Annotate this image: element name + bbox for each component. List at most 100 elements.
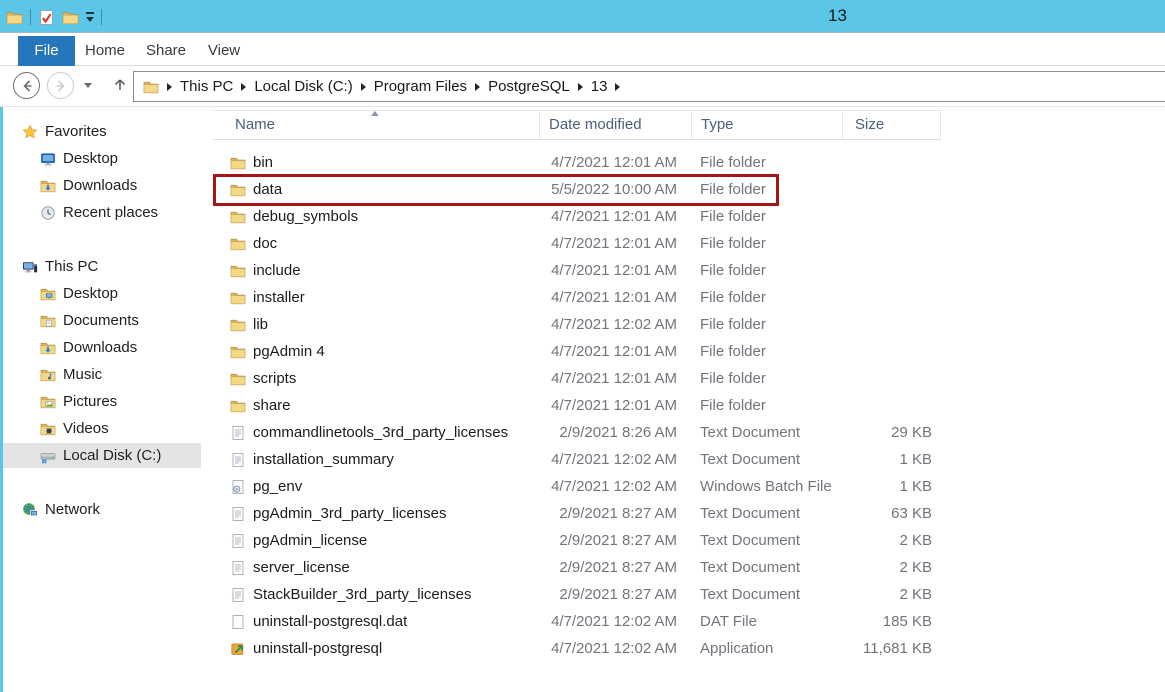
qat-properties-icon[interactable] bbox=[38, 9, 55, 26]
tab-home[interactable]: Home bbox=[79, 36, 131, 66]
file-size: 2 KB bbox=[843, 532, 932, 549]
sidebar-item-label: Pictures bbox=[63, 393, 117, 410]
file-type: File folder bbox=[700, 289, 766, 306]
folder-icon bbox=[230, 263, 246, 279]
file-name: lib bbox=[253, 316, 268, 333]
file-name: doc bbox=[253, 235, 277, 252]
file-row[interactable]: share4/7/2021 12:01 AMFile folder bbox=[205, 393, 1163, 420]
ribbon-tab-bar: File Home Share View bbox=[0, 33, 1165, 66]
file-row[interactable]: installer4/7/2021 12:01 AMFile folder bbox=[205, 285, 1163, 312]
tab-view[interactable]: View bbox=[198, 36, 250, 66]
recent-locations-caret-icon[interactable] bbox=[84, 83, 92, 88]
breadcrumb-item[interactable]: Local Disk (C:) bbox=[254, 78, 352, 95]
file-name: server_license bbox=[253, 559, 350, 576]
file-name: pgAdmin_license bbox=[253, 532, 367, 549]
folder-down-icon bbox=[40, 340, 56, 356]
file-row[interactable]: uninstall-postgresql.dat4/7/2021 12:02 A… bbox=[205, 609, 1163, 636]
quick-access-toolbar bbox=[6, 7, 102, 27]
app-icon bbox=[230, 641, 246, 657]
file-type: File folder bbox=[700, 316, 766, 333]
sidebar-item-label: Downloads bbox=[63, 177, 137, 194]
file-name: StackBuilder_3rd_party_licenses bbox=[253, 586, 471, 603]
sidebar-item-music[interactable]: Music bbox=[3, 362, 201, 387]
breadcrumb-separator-icon[interactable] bbox=[241, 83, 246, 91]
file-row[interactable]: pg_env4/7/2021 12:02 AMWindows Batch Fil… bbox=[205, 474, 1163, 501]
file-size: 2 KB bbox=[843, 559, 932, 576]
breadcrumb-separator-icon[interactable] bbox=[475, 83, 480, 91]
sidebar-item-local-disk-c-[interactable]: Local Disk (C:) bbox=[3, 443, 201, 468]
file-row[interactable]: pgAdmin 44/7/2021 12:01 AMFile folder bbox=[205, 339, 1163, 366]
file-type: DAT File bbox=[700, 613, 757, 630]
network-icon bbox=[22, 502, 38, 518]
file-date-modified: 2/9/2021 8:27 AM bbox=[455, 559, 677, 576]
file-type: Text Document bbox=[700, 505, 800, 522]
qat-dropdown-icon[interactable] bbox=[86, 12, 94, 22]
file-date-modified: 4/7/2021 12:02 AM bbox=[455, 613, 677, 630]
file-type: File folder bbox=[700, 343, 766, 360]
column-header-type[interactable]: Type bbox=[692, 111, 843, 139]
breadcrumb-item[interactable]: PostgreSQL bbox=[488, 78, 570, 95]
file-row[interactable]: debug_symbols4/7/2021 12:01 AMFile folde… bbox=[205, 204, 1163, 231]
folder-icon bbox=[230, 209, 246, 225]
up-button[interactable] bbox=[108, 73, 132, 97]
sidebar-group-favorites[interactable]: Favorites bbox=[3, 119, 201, 144]
batch-icon bbox=[230, 479, 246, 495]
sidebar-item-label: Local Disk (C:) bbox=[63, 447, 161, 464]
file-row[interactable]: bin4/7/2021 12:01 AMFile folder bbox=[205, 150, 1163, 177]
qat-new-folder-icon[interactable] bbox=[62, 9, 79, 26]
file-row[interactable]: pgAdmin_license 2/9/2021 8:27 AM Text Docu… bbox=[205, 528, 1163, 555]
file-row[interactable]: include4/7/2021 12:01 AMFile folder bbox=[205, 258, 1163, 285]
file-row[interactable]: server_license2/9/2021 8:27 AMText Docum… bbox=[205, 555, 1163, 582]
file-type: Text Document bbox=[700, 424, 800, 441]
file-date-modified: 2/9/2021 8:27 AM bbox=[455, 532, 677, 549]
breadcrumb-separator-icon[interactable] bbox=[615, 83, 620, 91]
text-doc-icon bbox=[230, 452, 246, 468]
breadcrumb-item[interactable]: This PC bbox=[180, 78, 233, 95]
sidebar-item-desktop[interactable]: Desktop bbox=[3, 281, 201, 306]
file-name: debug_symbols bbox=[253, 208, 358, 225]
file-date-modified: 4/7/2021 12:01 AM bbox=[455, 235, 677, 252]
sidebar-item-downloads[interactable]: Downloads bbox=[3, 173, 201, 198]
tab-share[interactable]: Share bbox=[138, 36, 194, 66]
star-icon bbox=[22, 124, 38, 140]
qat-separator bbox=[30, 9, 31, 25]
sidebar-item-recent-places[interactable]: Recent places bbox=[3, 200, 201, 225]
folder-desktop-icon bbox=[40, 286, 56, 302]
file-name: installer bbox=[253, 289, 305, 306]
breadcrumb-separator-icon[interactable] bbox=[167, 83, 172, 91]
sidebar-group-network[interactable]: Network bbox=[3, 497, 201, 522]
file-row[interactable]: doc4/7/2021 12:01 AMFile folder bbox=[205, 231, 1163, 258]
sidebar-item-documents[interactable]: Documents bbox=[3, 308, 201, 333]
sidebar-item-label: Desktop bbox=[63, 285, 118, 302]
sidebar-item-videos[interactable]: Videos bbox=[3, 416, 201, 441]
file-type: Text Document bbox=[700, 532, 800, 549]
file-row[interactable]: lib4/7/2021 12:02 AMFile folder bbox=[205, 312, 1163, 339]
file-row[interactable]: installation_summary4/7/2021 12:02 AMTex… bbox=[205, 447, 1163, 474]
file-date-modified: 4/7/2021 12:02 AM bbox=[455, 640, 677, 657]
breadcrumb-item[interactable]: Program Files bbox=[374, 78, 467, 95]
file-row[interactable]: StackBuilder_3rd_party_licenses2/9/2021 … bbox=[205, 582, 1163, 609]
back-button[interactable] bbox=[13, 72, 40, 99]
sidebar-group-this-pc[interactable]: This PC bbox=[3, 254, 201, 279]
breadcrumb-separator-icon[interactable] bbox=[361, 83, 366, 91]
file-row[interactable]: scripts4/7/2021 12:01 AMFile folder bbox=[205, 366, 1163, 393]
file-row[interactable]: uninstall-postgresql4/7/2021 12:02 AMApp… bbox=[205, 636, 1163, 663]
column-header-size[interactable]: Size bbox=[843, 111, 941, 139]
file-date-modified: 2/9/2021 8:27 AM bbox=[455, 505, 677, 522]
breadcrumb-separator-icon[interactable] bbox=[578, 83, 583, 91]
file-row[interactable]: pgAdmin_3rd_party_licenses2/9/2021 8:27 … bbox=[205, 501, 1163, 528]
sidebar-item-downloads[interactable]: Downloads bbox=[3, 335, 201, 360]
column-header-date-modified[interactable]: Date modified bbox=[540, 111, 692, 139]
tab-file[interactable]: File bbox=[18, 36, 75, 66]
folder-down-icon bbox=[40, 178, 56, 194]
forward-button[interactable] bbox=[47, 72, 74, 99]
sidebar-item-desktop[interactable]: Desktop bbox=[3, 146, 201, 171]
file-row[interactable]: commandlinetools_3rd_party_licenses2/9/2… bbox=[205, 420, 1163, 447]
folder-pics-icon bbox=[40, 394, 56, 410]
file-name: installation_summary bbox=[253, 451, 394, 468]
file-row[interactable]: data5/5/2022 10:00 AMFile folder bbox=[205, 177, 1163, 204]
qat-folder-icon[interactable] bbox=[6, 9, 23, 26]
breadcrumb-item[interactable]: 13 bbox=[591, 78, 608, 95]
file-date-modified: 4/7/2021 12:01 AM bbox=[455, 370, 677, 387]
sidebar-item-pictures[interactable]: Pictures bbox=[3, 389, 201, 414]
